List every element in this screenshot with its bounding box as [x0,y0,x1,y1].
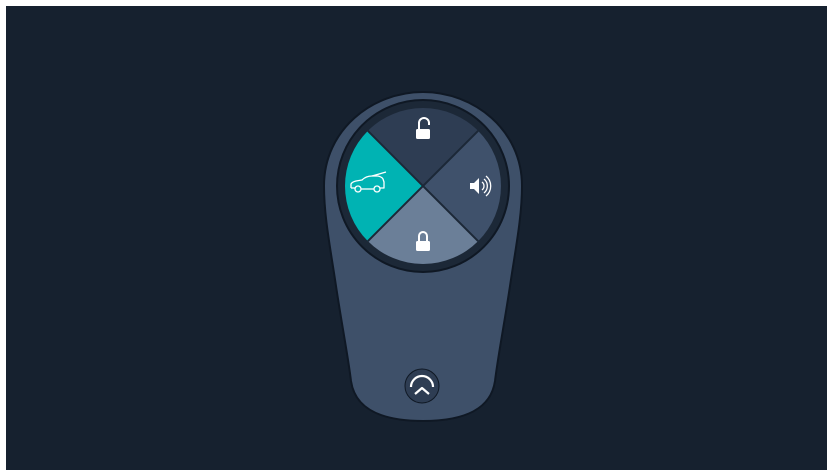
nio-logo-icon [404,368,440,404]
app-canvas [6,6,827,470]
key-fob [322,90,524,423]
